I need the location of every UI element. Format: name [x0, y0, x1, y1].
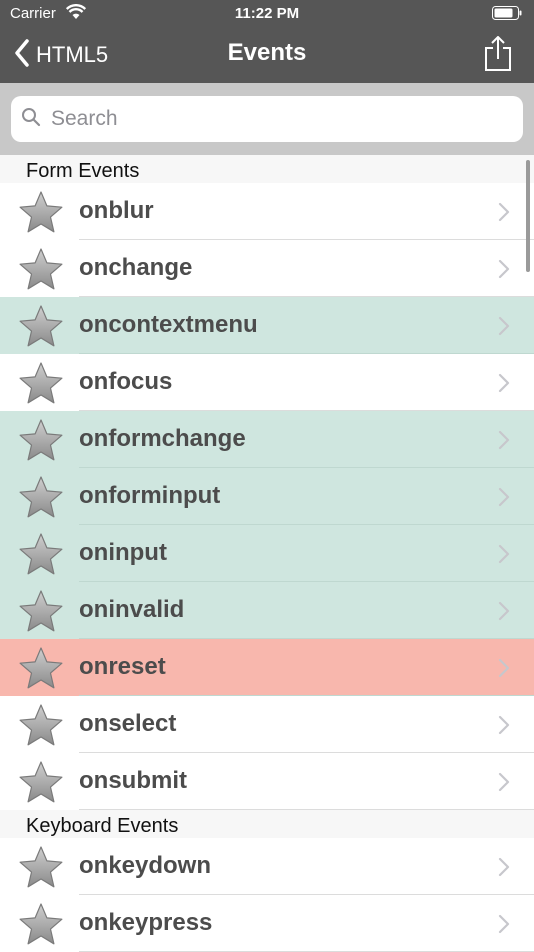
- search-input[interactable]: [49, 106, 493, 132]
- list-item[interactable]: onreset: [0, 639, 534, 696]
- list-item[interactable]: onblur: [0, 183, 534, 240]
- list-item-label: onforminput: [79, 482, 221, 509]
- list-item[interactable]: oncontextmenu: [0, 297, 534, 354]
- star-icon[interactable]: [19, 418, 63, 467]
- section-header-keyboard-events: Keyboard Events: [0, 810, 534, 838]
- list-item-label: onselect: [79, 710, 177, 737]
- list-item-label: oninput: [79, 539, 167, 566]
- list-item-label: onreset: [79, 653, 166, 680]
- search-bar[interactable]: [11, 96, 523, 142]
- chevron-right-icon: [498, 715, 510, 740]
- chevron-right-icon: [498, 202, 510, 227]
- list-item[interactable]: onfocus: [0, 354, 534, 411]
- list-item-label: onsubmit: [79, 767, 187, 794]
- navigation-bar: HTML5 Events: [0, 28, 534, 83]
- scrollbar[interactable]: [526, 160, 530, 272]
- share-button[interactable]: [484, 35, 512, 77]
- star-icon[interactable]: [19, 532, 63, 581]
- list-item[interactable]: onkeypress: [0, 895, 534, 952]
- list-item[interactable]: onformchange: [0, 411, 534, 468]
- star-icon[interactable]: [19, 361, 63, 410]
- section-header-form-events: Form Events: [0, 155, 534, 183]
- star-icon[interactable]: [19, 190, 63, 239]
- chevron-right-icon: [498, 316, 510, 341]
- list-item-label: onchange: [79, 254, 193, 281]
- list-item[interactable]: onchange: [0, 240, 534, 297]
- chevron-right-icon: [498, 857, 510, 882]
- list-item-label: onkeydown: [79, 852, 212, 879]
- events-list: Form Events onblur onchange oncontextmenu o…: [0, 155, 534, 952]
- chevron-right-icon: [498, 658, 510, 683]
- star-icon[interactable]: [19, 845, 63, 894]
- star-icon[interactable]: [19, 589, 63, 638]
- list-item[interactable]: oninput: [0, 525, 534, 582]
- list-item[interactable]: onforminput: [0, 468, 534, 525]
- chevron-right-icon: [498, 914, 510, 939]
- page-title: Events: [227, 39, 307, 66]
- list-item-label: oncontextmenu: [79, 311, 258, 338]
- chevron-right-icon: [498, 601, 510, 626]
- list-item-label: onblur: [79, 197, 154, 224]
- chevron-right-icon: [498, 373, 510, 398]
- share-icon: [485, 35, 511, 71]
- star-icon[interactable]: [19, 760, 63, 809]
- star-icon[interactable]: [19, 304, 63, 353]
- list-item[interactable]: onkeydown: [0, 838, 534, 895]
- list-item[interactable]: oninvalid: [0, 582, 534, 639]
- battery-icon: [492, 6, 522, 24]
- chevron-right-icon: [498, 544, 510, 569]
- list-item[interactable]: onselect: [0, 696, 534, 753]
- status-bar: Carrier 11:22 PM: [0, 0, 534, 28]
- list-item-label: onkeypress: [79, 909, 213, 936]
- chevron-right-icon: [498, 259, 510, 284]
- list-item-label: onfocus: [79, 368, 173, 395]
- status-time: 11:22 PM: [234, 5, 300, 22]
- star-icon[interactable]: [19, 902, 63, 951]
- star-icon[interactable]: [19, 247, 63, 296]
- search-icon: [21, 107, 41, 132]
- chevron-right-icon: [498, 430, 510, 455]
- list-item-label: onformchange: [79, 425, 246, 452]
- chevron-right-icon: [498, 487, 510, 512]
- star-icon[interactable]: [19, 475, 63, 524]
- list-item-label: oninvalid: [79, 596, 185, 623]
- search-area: [0, 83, 534, 155]
- row-separator: [79, 809, 534, 810]
- list-item[interactable]: onsubmit: [0, 753, 534, 810]
- star-icon[interactable]: [19, 646, 63, 695]
- chevron-right-icon: [498, 772, 510, 797]
- star-icon[interactable]: [19, 703, 63, 752]
